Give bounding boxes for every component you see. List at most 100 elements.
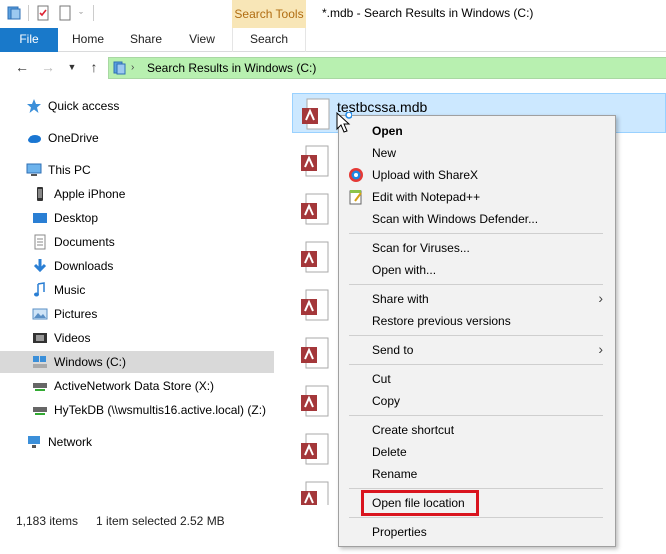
properties-icon[interactable] — [35, 5, 51, 21]
menu-separator — [349, 364, 603, 365]
menu-separator — [349, 488, 603, 489]
nav-item-label: Network — [48, 435, 93, 449]
nav-item-downloads[interactable]: Downloads — [0, 255, 274, 277]
access-database-icon — [301, 241, 329, 273]
nav-item-label: ActiveNetwork Data Store (X:) — [54, 379, 215, 393]
tab-home[interactable]: Home — [60, 28, 116, 52]
menu-item-edit-notepadpp[interactable]: Edit with Notepad++ — [339, 186, 615, 208]
access-database-icon — [301, 145, 329, 177]
status-selection: 1 item selected — [96, 514, 177, 528]
title-bar: Search Tools *.mdb - Search Results in W… — [0, 0, 666, 30]
tab-share[interactable]: Share — [118, 28, 174, 52]
menu-item-scan-defender[interactable]: Scan with Windows Defender... — [339, 208, 615, 230]
drive-icon — [33, 356, 47, 368]
nav-item-apple-iphone[interactable]: Apple iPhone — [0, 183, 274, 205]
menu-item-open[interactable]: Open — [339, 120, 615, 142]
back-arrow-icon[interactable]: ← — [14, 59, 30, 75]
search-tools-context-label: Search Tools — [232, 0, 306, 28]
menu-item-upload-sharex[interactable]: Upload with ShareX — [339, 164, 615, 186]
chevron-down-icon[interactable] — [79, 5, 87, 21]
menu-separator — [349, 233, 603, 234]
nav-item-windows-c[interactable]: Windows (C:) — [0, 351, 274, 373]
nav-item-hytekdb-z[interactable]: HyTekDB (\\wsmultis16.active.local) (Z:) — [0, 399, 274, 421]
new-folder-icon[interactable] — [57, 5, 73, 21]
chevron-right-icon: › — [598, 341, 603, 357]
nav-item-onedrive[interactable]: OneDrive — [0, 127, 274, 149]
menu-item-delete[interactable]: Delete — [339, 441, 615, 463]
nav-item-label: Apple iPhone — [54, 187, 126, 201]
window-title: *.mdb - Search Results in Windows (C:) — [322, 6, 534, 20]
download-icon — [33, 259, 47, 273]
nav-item-label: Quick access — [48, 99, 120, 113]
address-bar[interactable]: › Search Results in Windows (C:) — [108, 57, 666, 79]
videos-icon — [33, 333, 47, 343]
nav-item-desktop[interactable]: Desktop — [0, 207, 274, 229]
nav-item-videos[interactable]: Videos — [0, 327, 274, 349]
menu-item-properties[interactable]: Properties — [339, 521, 615, 543]
menu-separator — [349, 284, 603, 285]
status-item-count: 1,183 items — [16, 514, 79, 528]
nav-item-documents[interactable]: Documents — [0, 231, 274, 253]
menu-separator — [349, 335, 603, 336]
status-size: 2.52 MB — [180, 514, 225, 528]
toolbar-divider — [93, 5, 94, 21]
nav-item-music[interactable]: Music — [0, 279, 274, 301]
network-drive-icon — [33, 407, 47, 415]
nav-item-label: HyTekDB (\\wsmultis16.active.local) (Z:) — [54, 403, 267, 417]
access-database-icon — [301, 289, 329, 321]
menu-item-new[interactable]: New — [339, 142, 615, 164]
nav-item-pictures[interactable]: Pictures — [0, 303, 274, 325]
menu-item-create-shortcut[interactable]: Create shortcut — [339, 419, 615, 441]
breadcrumb-chevron-icon[interactable]: › — [131, 61, 134, 75]
tab-search[interactable]: Search — [232, 28, 306, 52]
computer-icon — [26, 163, 42, 176]
network-icon — [28, 436, 40, 448]
mouse-cursor-icon — [336, 112, 352, 133]
menu-item-open-with[interactable]: Open with... — [339, 259, 615, 281]
notepadpp-icon — [349, 190, 362, 205]
menu-item-restore-versions[interactable]: Restore previous versions — [339, 310, 615, 332]
up-arrow-icon[interactable]: ↑ — [86, 59, 102, 75]
context-menu: Open New Upload with ShareX Edit with No… — [338, 115, 616, 547]
recent-locations-chevron-icon[interactable]: ▼ — [64, 59, 80, 75]
nav-item-label: This PC — [48, 163, 91, 177]
navigation-pane: Quick access OneDrive This PC Apple iPho… — [0, 85, 276, 505]
forward-arrow-icon[interactable]: → — [40, 59, 56, 75]
menu-item-send-to[interactable]: Send to › — [339, 339, 615, 361]
nav-item-label: Music — [54, 283, 86, 297]
chevron-right-icon: › — [598, 290, 603, 306]
nav-item-network[interactable]: Network — [0, 431, 274, 453]
phone-icon — [37, 187, 43, 201]
music-icon — [34, 282, 45, 297]
menu-item-copy[interactable]: Copy — [339, 390, 615, 412]
ribbon-tabs: File Home Share View Search — [0, 28, 666, 52]
access-database-icon — [301, 385, 329, 417]
nav-item-label: Windows (C:) — [54, 355, 127, 369]
menu-separator — [349, 517, 603, 518]
nav-item-label: OneDrive — [48, 131, 99, 145]
toolbar-divider — [28, 5, 29, 21]
menu-item-scan-viruses[interactable]: Scan for Viruses... — [339, 237, 615, 259]
access-database-icon — [301, 481, 329, 505]
nav-item-activenetwork-x[interactable]: ActiveNetwork Data Store (X:) — [0, 375, 274, 397]
nav-item-label: Downloads — [54, 259, 114, 273]
network-drive-icon — [33, 383, 47, 391]
highlight-annotation-box — [361, 490, 479, 516]
access-database-icon — [301, 433, 329, 465]
tab-file[interactable]: File — [0, 28, 58, 52]
desktop-icon — [33, 213, 47, 223]
search-results-icon — [113, 61, 126, 75]
navigation-bar: ← → ▼ ↑ › Search Results in Windows (C:) — [0, 53, 666, 83]
star-icon — [27, 99, 41, 113]
nav-item-quick-access[interactable]: Quick access — [0, 95, 274, 117]
access-database-icon — [302, 98, 330, 130]
tab-view[interactable]: View — [176, 28, 228, 52]
menu-item-share-with[interactable]: Share with › — [339, 288, 615, 310]
cloud-icon — [28, 135, 41, 143]
menu-item-cut[interactable]: Cut — [339, 368, 615, 390]
nav-item-this-pc[interactable]: This PC — [0, 159, 274, 181]
explorer-window-icon[interactable] — [6, 5, 22, 21]
menu-item-rename[interactable]: Rename — [339, 463, 615, 485]
access-database-icon — [301, 337, 329, 369]
documents-icon — [34, 234, 46, 250]
